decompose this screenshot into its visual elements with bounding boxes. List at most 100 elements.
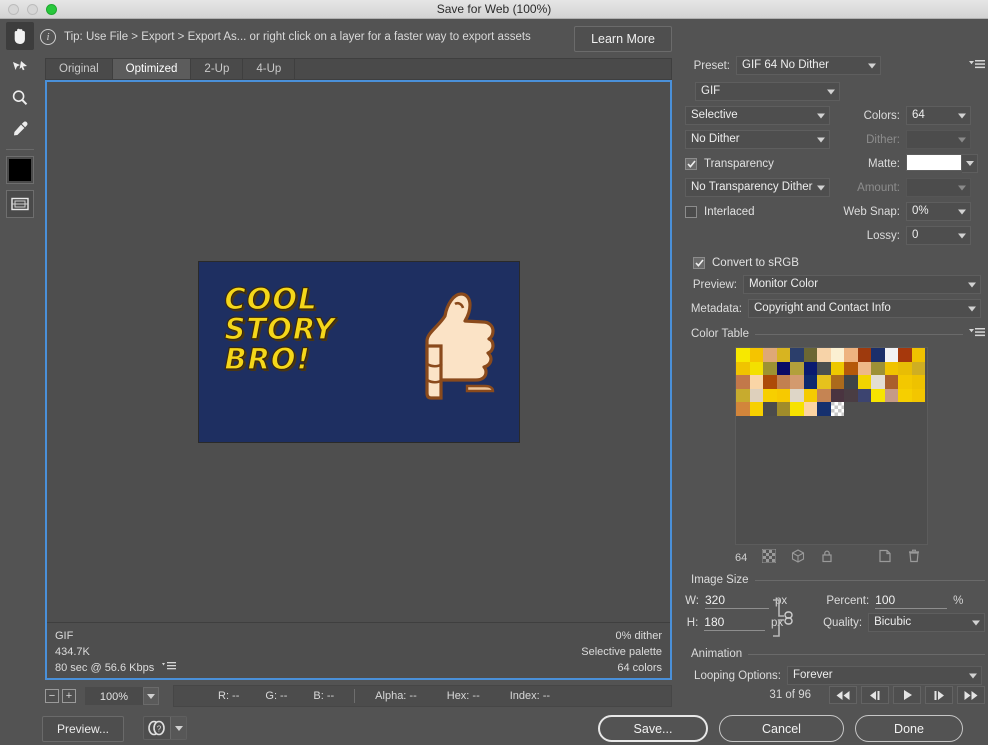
- zoom-tool[interactable]: [6, 84, 34, 112]
- color-swatch[interactable]: [763, 375, 777, 389]
- tab-original[interactable]: Original: [46, 59, 113, 79]
- matte-dropdown[interactable]: [962, 154, 978, 173]
- web-shift-icon[interactable]: [791, 549, 805, 566]
- preview-dropdown[interactable]: Monitor Color: [743, 275, 981, 294]
- help-dropdown-arrow[interactable]: [170, 717, 186, 739]
- convert-srgb-checkbox[interactable]: [693, 257, 705, 269]
- interlaced-checkbox[interactable]: [685, 206, 697, 218]
- color-swatch[interactable]: [871, 348, 885, 362]
- optimized-preview-pane[interactable]: COOL STORY BRO! GIF: [45, 80, 672, 680]
- color-swatch[interactable]: [777, 362, 791, 376]
- color-swatch[interactable]: [736, 389, 750, 403]
- done-button[interactable]: Done: [855, 715, 963, 742]
- color-table[interactable]: [735, 347, 928, 545]
- color-swatch[interactable]: [898, 389, 912, 403]
- slice-select-tool[interactable]: [6, 53, 34, 81]
- dither-method-dropdown[interactable]: No Dither: [685, 130, 830, 149]
- color-swatch[interactable]: [804, 348, 818, 362]
- preview-flyout-menu-icon[interactable]: [162, 660, 176, 676]
- color-reduction-dropdown[interactable]: Selective: [685, 106, 830, 125]
- tab-4up[interactable]: 4-Up: [243, 59, 295, 79]
- first-frame-button[interactable]: [829, 686, 857, 704]
- color-swatch[interactable]: [858, 375, 872, 389]
- new-color-icon[interactable]: [878, 549, 892, 566]
- color-swatch[interactable]: [912, 389, 926, 403]
- file-format-dropdown[interactable]: GIF: [695, 82, 840, 101]
- color-swatch[interactable]: [898, 362, 912, 376]
- color-swatch[interactable]: [736, 375, 750, 389]
- color-swatch[interactable]: [777, 389, 791, 403]
- zoom-in-button[interactable]: +: [62, 689, 76, 703]
- color-swatch[interactable]: [750, 402, 764, 416]
- color-swatch[interactable]: [750, 389, 764, 403]
- save-button[interactable]: Save...: [598, 715, 708, 742]
- height-input[interactable]: 180: [704, 614, 765, 631]
- color-swatch[interactable]: [871, 375, 885, 389]
- color-swatch[interactable]: [831, 348, 845, 362]
- color-swatch[interactable]: [912, 348, 926, 362]
- transparency-icon[interactable]: [762, 549, 776, 566]
- tab-optimized[interactable]: Optimized: [113, 59, 192, 79]
- color-swatch[interactable]: [912, 362, 926, 376]
- color-swatch[interactable]: [763, 348, 777, 362]
- color-swatch[interactable]: [858, 348, 872, 362]
- color-swatch[interactable]: [790, 402, 804, 416]
- color-swatch[interactable]: [844, 375, 858, 389]
- color-swatch[interactable]: [750, 348, 764, 362]
- color-swatch[interactable]: [844, 389, 858, 403]
- color-swatch[interactable]: [885, 348, 899, 362]
- color-swatch[interactable]: [844, 348, 858, 362]
- tab-2up[interactable]: 2-Up: [191, 59, 243, 79]
- lossy-dropdown[interactable]: 0: [906, 226, 971, 245]
- color-swatch[interactable]: [736, 402, 750, 416]
- percent-input[interactable]: 100: [875, 592, 947, 609]
- last-frame-button[interactable]: [957, 686, 985, 704]
- color-swatch[interactable]: [831, 362, 845, 376]
- zoom-level-field[interactable]: 100%: [85, 687, 143, 705]
- lock-icon[interactable]: [820, 549, 834, 566]
- transparency-checkbox[interactable]: [685, 158, 697, 170]
- preset-flyout-menu-icon[interactable]: [969, 57, 985, 75]
- help-menu[interactable]: ?: [143, 716, 187, 740]
- foreground-color-swatch[interactable]: [6, 156, 34, 184]
- eyedropper-tool[interactable]: [6, 115, 34, 143]
- color-swatch[interactable]: [831, 402, 845, 416]
- color-swatch[interactable]: [804, 362, 818, 376]
- color-swatch[interactable]: [817, 348, 831, 362]
- color-swatch[interactable]: [763, 389, 777, 403]
- color-swatch[interactable]: [763, 362, 777, 376]
- color-swatch[interactable]: [817, 402, 831, 416]
- matte-color-swatch[interactable]: [906, 154, 962, 171]
- zoom-level-dropdown[interactable]: [143, 687, 159, 705]
- color-swatch[interactable]: [750, 362, 764, 376]
- color-swatch[interactable]: [804, 402, 818, 416]
- cancel-button[interactable]: Cancel: [719, 715, 844, 742]
- color-swatch[interactable]: [804, 389, 818, 403]
- color-swatch[interactable]: [777, 402, 791, 416]
- color-swatch[interactable]: [777, 375, 791, 389]
- color-swatch[interactable]: [790, 375, 804, 389]
- color-swatch[interactable]: [871, 362, 885, 376]
- color-swatch[interactable]: [844, 362, 858, 376]
- metadata-dropdown[interactable]: Copyright and Contact Info: [748, 299, 981, 318]
- transparency-dither-dropdown[interactable]: No Transparency Dither: [685, 178, 830, 197]
- color-swatch[interactable]: [831, 389, 845, 403]
- color-swatch[interactable]: [777, 348, 791, 362]
- color-swatch[interactable]: [912, 375, 926, 389]
- delete-color-icon[interactable]: [907, 549, 921, 566]
- color-swatch[interactable]: [871, 389, 885, 403]
- color-swatch[interactable]: [858, 362, 872, 376]
- color-swatch[interactable]: [831, 375, 845, 389]
- color-swatch[interactable]: [790, 362, 804, 376]
- width-input[interactable]: 320: [705, 592, 769, 609]
- color-swatch[interactable]: [885, 362, 899, 376]
- toggle-slices-visibility-button[interactable]: [6, 190, 34, 218]
- color-swatch[interactable]: [804, 375, 818, 389]
- colors-dropdown[interactable]: 64: [906, 106, 971, 125]
- color-swatch[interactable]: [817, 362, 831, 376]
- learn-more-button[interactable]: Learn More: [574, 26, 672, 52]
- preset-dropdown[interactable]: GIF 64 No Dither: [736, 56, 881, 75]
- hand-tool[interactable]: [6, 22, 34, 50]
- color-swatch[interactable]: [736, 362, 750, 376]
- chain-link-icon[interactable]: [771, 596, 797, 645]
